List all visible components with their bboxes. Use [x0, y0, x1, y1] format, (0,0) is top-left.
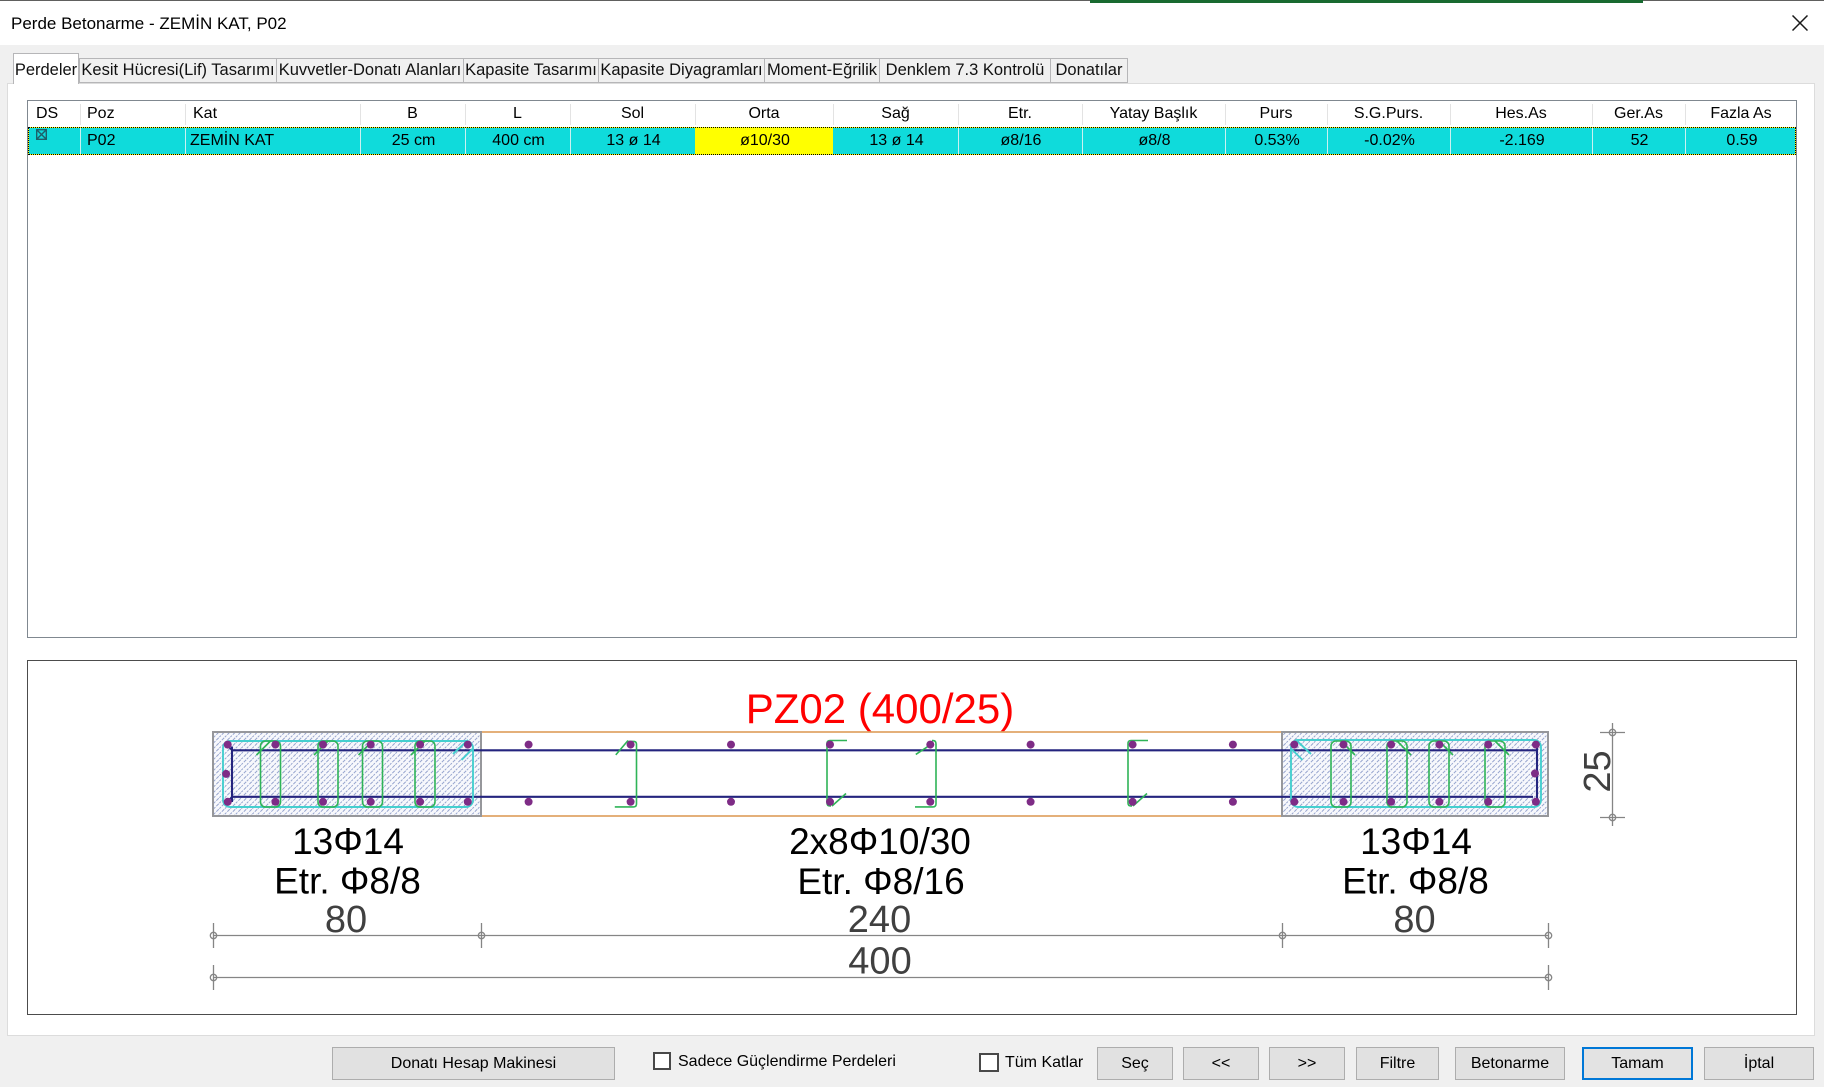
svg-text:13Φ14: 13Φ14: [292, 821, 404, 862]
svg-text:Etr. Φ8/8: Etr. Φ8/8: [1342, 861, 1489, 902]
svg-text:240: 240: [848, 899, 911, 941]
svg-text:80: 80: [325, 899, 367, 941]
svg-text:PZ02 (400/25): PZ02 (400/25): [746, 685, 1015, 732]
svg-text:2x8Φ10/30: 2x8Φ10/30: [789, 821, 971, 862]
svg-text:400: 400: [848, 941, 911, 983]
svg-text:80: 80: [1393, 899, 1435, 941]
svg-text:25: 25: [1577, 750, 1619, 792]
svg-text:Etr. Φ8/16: Etr. Φ8/16: [797, 861, 964, 902]
svg-text:Etr. Φ8/8: Etr. Φ8/8: [274, 861, 421, 902]
svg-text:13Φ14: 13Φ14: [1360, 821, 1472, 862]
